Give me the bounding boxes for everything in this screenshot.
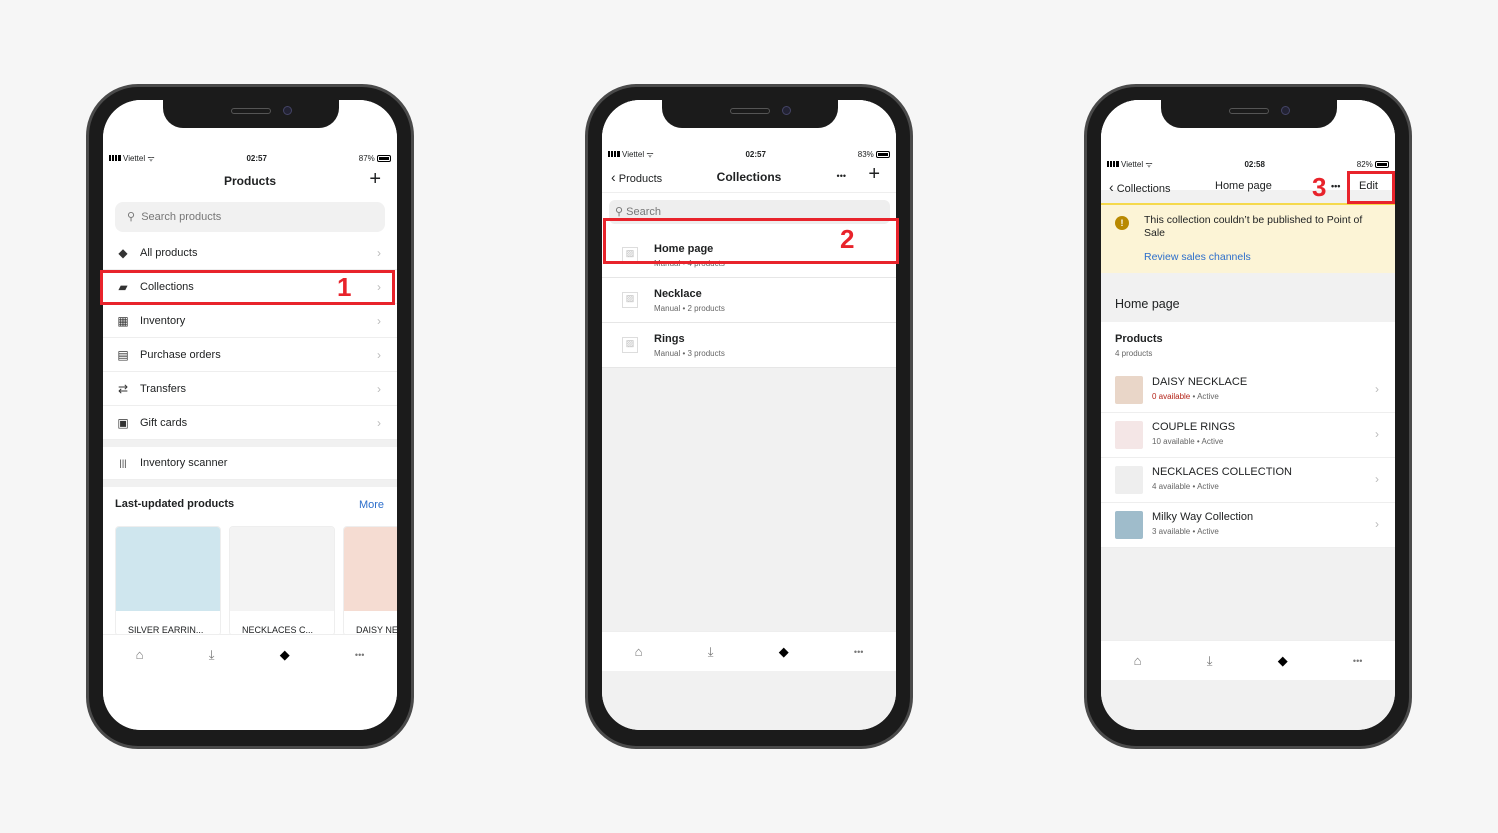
step-number: 2 <box>840 224 855 254</box>
collection-heading: Home page <box>1115 297 1180 311</box>
more-link[interactable]: More <box>359 499 384 511</box>
chevron-right-icon: › <box>377 415 381 430</box>
product-thumbnail <box>1115 466 1143 494</box>
product-card[interactable]: SILVER EARRIN... <box>115 526 221 636</box>
products-count: 4 products <box>1115 349 1153 358</box>
product-thumbnail <box>344 527 397 611</box>
inventory-scanner-item[interactable]: ||| Inventory scanner <box>103 446 397 480</box>
product-row[interactable]: DAISY NECKLACE 0 available • Active › <box>1101 368 1395 413</box>
product-thumbnail <box>1115 421 1143 449</box>
more-actions-button[interactable]: ••• <box>837 171 846 181</box>
tag-icon: ◆ <box>118 245 128 260</box>
product-thumbnail <box>1115 511 1143 539</box>
barcode-icon: ||| <box>119 457 127 468</box>
phone-collection-detail: Viettel ᯤ 02:58 82% ‹ Collections Home pag… <box>1084 84 1412 749</box>
page-title: Collections <box>716 170 782 184</box>
more-icon[interactable]: ••• <box>355 650 364 660</box>
more-icon[interactable]: ••• <box>1353 656 1362 666</box>
warning-icon: ! <box>1115 216 1129 230</box>
notch <box>662 100 838 128</box>
notch <box>1161 100 1337 128</box>
product-thumbnail <box>116 527 220 611</box>
section-title: Last-updated products <box>115 498 235 510</box>
phone-products: Viettel ᯤ 02:57 87% Products + ⚲ Search pr… <box>86 84 414 749</box>
search-icon: ⚲ <box>127 211 136 223</box>
menu-item-inventory[interactable]: ▦ Inventory › <box>103 304 397 338</box>
tag-icon[interactable]: ◆ <box>1278 653 1288 669</box>
collection-row[interactable]: ▨ Rings Manual • 3 products <box>602 323 896 368</box>
products-label: Products <box>1115 333 1163 345</box>
home-icon[interactable]: ⌂ <box>1134 653 1142 668</box>
chevron-right-icon: › <box>377 313 381 328</box>
image-placeholder-icon: ▨ <box>622 292 638 308</box>
step-number: 1 <box>337 272 352 302</box>
more-icon[interactable]: ••• <box>854 647 863 657</box>
inventory-icon: ▦ <box>117 313 129 328</box>
chevron-right-icon: › <box>1375 517 1379 531</box>
product-card[interactable]: NECKLACES C... <box>229 526 335 636</box>
tag-icon[interactable]: ◆ <box>779 644 789 660</box>
product-row[interactable]: COUPLE RINGS 10 available • Active › <box>1101 413 1395 458</box>
home-icon[interactable]: ⌂ <box>635 644 643 659</box>
notch <box>163 100 339 128</box>
page-title: Home page <box>1215 180 1272 192</box>
phone-collections: Viettel ᯤ 02:57 83% ‹ Products Collections… <box>585 84 913 749</box>
status-bar: Viettel ᯤ 02:57 87% <box>109 153 391 164</box>
chevron-right-icon: › <box>1375 472 1379 486</box>
home-icon[interactable]: ⌂ <box>136 647 144 662</box>
chevron-left-icon: ‹ <box>1109 179 1114 195</box>
warning-message: This collection couldn’t be published to… <box>1144 214 1363 239</box>
purchase-orders-icon: ▤ <box>117 347 129 362</box>
inbox-icon[interactable]: ⤓ <box>1207 653 1213 669</box>
chevron-right-icon: › <box>1375 427 1379 441</box>
back-button[interactable]: ‹ Collections <box>1109 179 1171 195</box>
chevron-right-icon: › <box>377 245 381 260</box>
more-actions-button[interactable]: ••• <box>1331 181 1340 191</box>
gift-icon: ▣ <box>117 415 129 430</box>
chevron-right-icon: › <box>1375 382 1379 396</box>
product-thumbnail <box>230 527 334 611</box>
search-input[interactable]: ⚲ Search products <box>115 202 385 232</box>
page-title: Products <box>223 174 276 188</box>
product-row[interactable]: NECKLACES COLLECTION 4 available • Active… <box>1101 458 1395 503</box>
product-card[interactable]: DAISY NE <box>343 526 397 636</box>
review-sales-channels-link[interactable]: Review sales channels <box>1144 251 1251 263</box>
highlight-box <box>1347 171 1395 204</box>
search-icon: ⚲ <box>615 206 624 218</box>
tag-icon[interactable]: ◆ <box>280 647 290 663</box>
product-row[interactable]: Milky Way Collection 3 available • Active… <box>1101 503 1395 548</box>
menu-item-gift-cards[interactable]: ▣ Gift cards › <box>103 406 397 440</box>
image-placeholder-icon: ▨ <box>622 337 638 353</box>
tab-bar: ⌂ ⤓ ◆ ••• <box>103 634 397 674</box>
menu-item-purchase-orders[interactable]: ▤ Purchase orders › <box>103 338 397 372</box>
add-collection-button[interactable]: + <box>868 163 880 186</box>
chevron-right-icon: › <box>377 381 381 396</box>
menu-item-transfers[interactable]: ⇄ Transfers › <box>103 372 397 406</box>
transfers-icon: ⇄ <box>117 381 129 396</box>
inbox-icon[interactable]: ⤓ <box>708 644 714 660</box>
divider <box>103 480 397 487</box>
tab-bar: ⌂ ⤓ ◆ ••• <box>602 631 896 671</box>
warning-banner: ! This collection couldn’t be published … <box>1101 203 1395 273</box>
inbox-icon[interactable]: ⤓ <box>209 647 215 663</box>
tab-bar: ⌂ ⤓ ◆ ••• <box>1101 640 1395 680</box>
step-number: 3 <box>1312 172 1327 202</box>
menu-item-all-products[interactable]: ◆ All products › <box>103 236 397 270</box>
chevron-right-icon: › <box>377 347 381 362</box>
product-thumbnail <box>1115 376 1143 404</box>
status-bar: Viettel ᯤ 02:57 83% <box>608 149 890 160</box>
highlight-box <box>603 218 899 264</box>
collection-row[interactable]: ▨ Necklace Manual • 2 products <box>602 278 896 323</box>
add-product-button[interactable]: + <box>369 168 381 191</box>
status-bar: Viettel ᯤ 02:58 82% <box>1107 159 1389 170</box>
